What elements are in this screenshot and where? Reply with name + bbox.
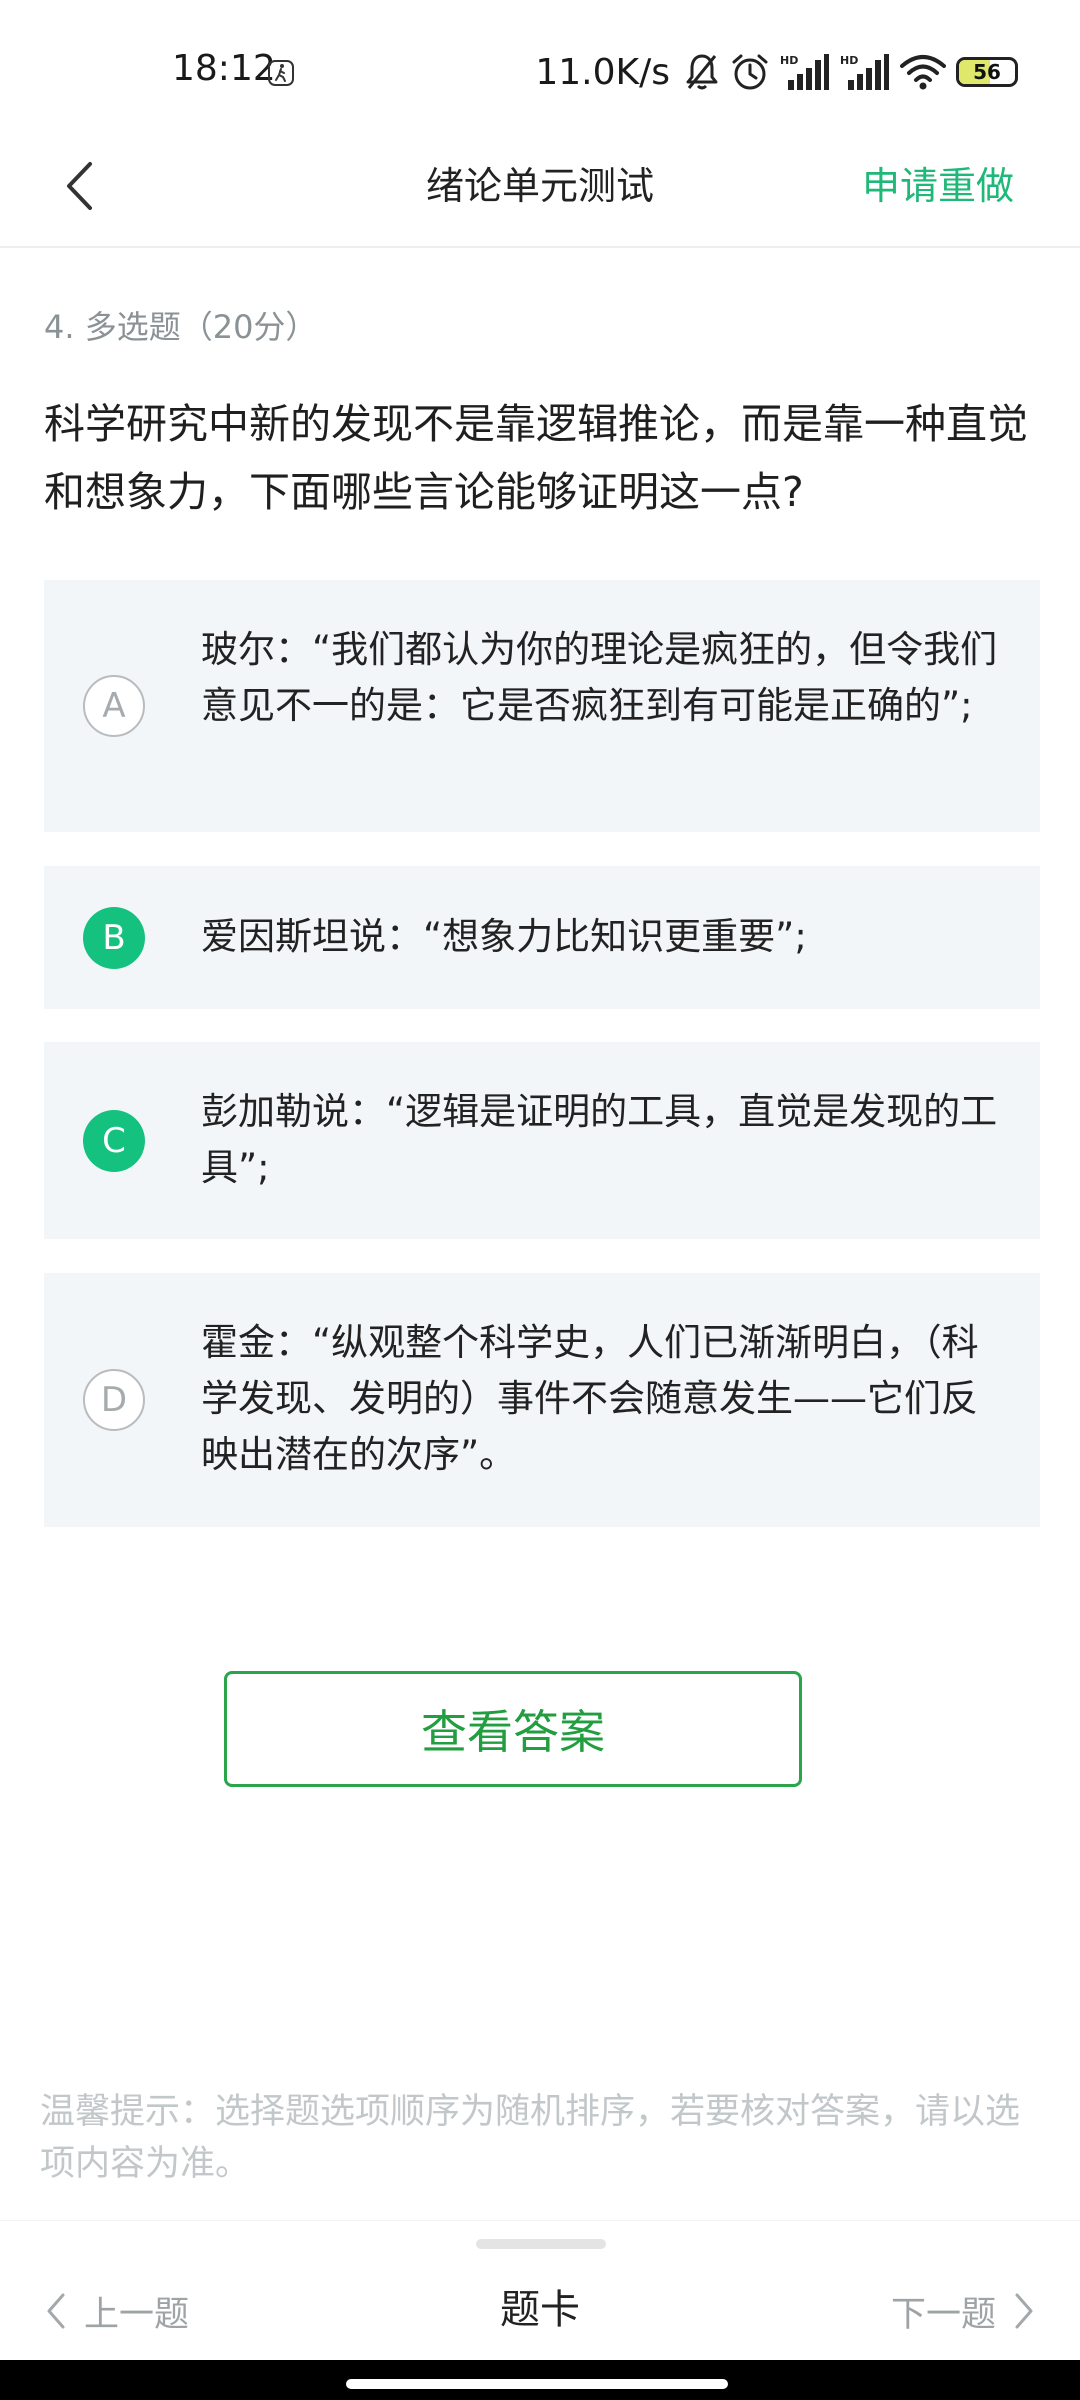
status-right-group: 11.0K/s HD HD 56 [535,46,1018,98]
chevron-right-icon [1015,2293,1033,2329]
system-nav-bar [0,2360,1080,2400]
option-marker: A [83,675,145,737]
question-meta: 4. 多选题（20分） [44,308,318,346]
option-marker: C [83,1110,145,1172]
view-answer-button[interactable]: 查看答案 [224,1671,802,1787]
svg-text:HD: HD [840,54,858,67]
option-text: 霍金：“纵观整个科学史，人们已渐渐明白，（科学发现、发明的）事件不会随意发生——… [201,1321,979,1476]
option-a[interactable]: A 玻尔：“我们都认为你的理论是疯狂的，但令我们意见不一的是：它是否疯狂到有可能… [44,580,1040,832]
battery-icon: 56 [956,57,1018,87]
option-marker: D [83,1369,145,1431]
mute-bell-icon [686,54,718,90]
alarm-icon [732,54,768,90]
prev-question-button[interactable]: 上一题 [46,2281,189,2341]
home-indicator[interactable] [346,2379,728,2389]
option-b[interactable]: B 爱因斯坦说：“想象力比知识更重要”; [44,866,1040,1009]
option-text: 彭加勒说：“逻辑是证明的工具，直觉是发现的工具”; [201,1090,998,1189]
option-c[interactable]: C 彭加勒说：“逻辑是证明的工具，直觉是发现的工具”; [44,1042,1040,1239]
option-d[interactable]: D 霍金：“纵观整个科学史，人们已渐渐明白，（科学发现、发明的）事件不会随意发生… [44,1273,1040,1527]
hd-signal-icon: HD [840,54,889,90]
option-text: 玻尔：“我们都认为你的理论是疯狂的，但令我们意见不一的是：它是否疯狂到有可能是正… [201,628,998,727]
next-question-button[interactable]: 下一题 [891,2281,1034,2341]
prev-label: 上一题 [84,2294,190,2335]
svg-text:HD: HD [780,54,798,67]
bottom-nav: 上一题 题卡 下一题 [0,2220,1080,2360]
chevron-left-icon [47,2293,65,2329]
wifi-icon [900,55,946,90]
battery-level: 56 [973,60,1001,84]
hd-signal-icon: HD [780,54,829,90]
option-text: 爱因斯坦说：“想象力比知识更重要”; [201,915,807,958]
status-bar: 18:12 11.0K/s HD HD 56 [0,0,1080,120]
tip-text: 温馨提示：选择题选项顺序为随机排序，若要核对答案，请以选项内容为准。 [40,2092,1021,2184]
next-label: 下一题 [890,2294,996,2335]
question-text: 科学研究中新的发现不是靠逻辑推论，而是靠一种直觉和想象力，下面哪些言论能够证明这… [44,400,1028,516]
status-time: 18:12 [172,48,276,89]
request-redo-button[interactable]: 申请重做 [862,146,1014,226]
walk-icon [268,60,294,86]
app-header: 绪论单元测试 申请重做 [0,120,1080,248]
drag-handle[interactable] [476,2239,606,2249]
option-marker: B [83,907,145,969]
network-speed: 11.0K/s [535,51,670,93]
question-card-button[interactable]: 题卡 [500,2287,580,2333]
